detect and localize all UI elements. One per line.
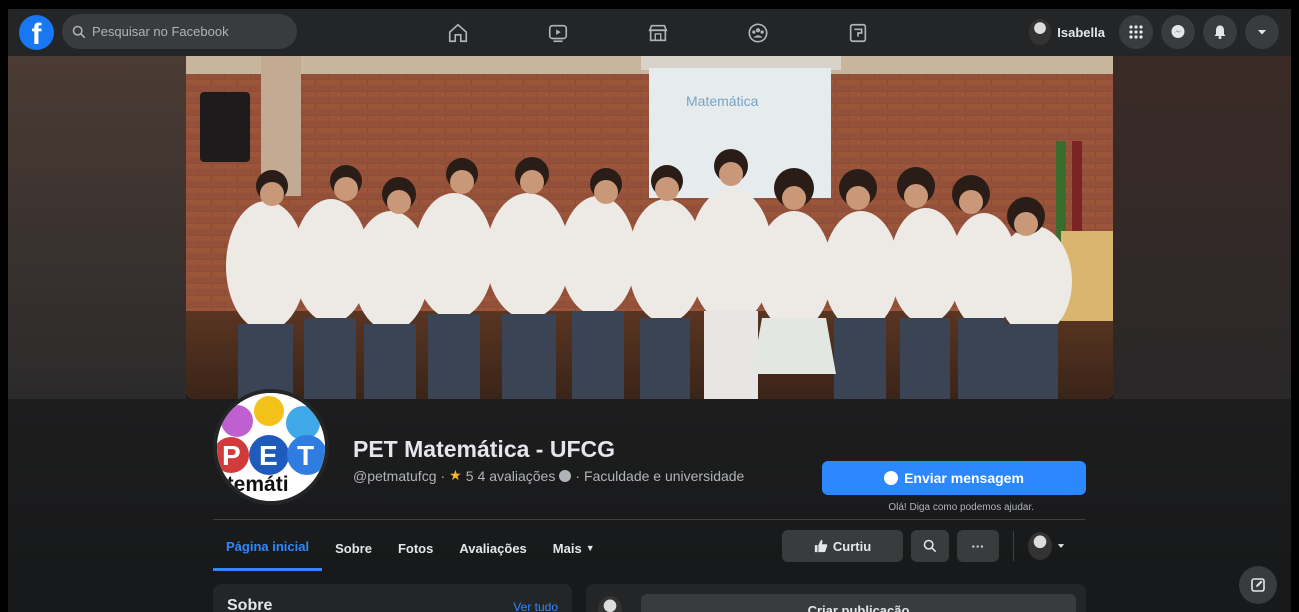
new-message-button[interactable]	[1239, 566, 1277, 604]
page-handle[interactable]: @petmatufcg	[353, 468, 436, 484]
groups-icon	[748, 22, 768, 43]
thumbs-up-icon	[814, 539, 828, 553]
page-subtitle: @petmatufcg · ★ 5 4 avaliações · Faculda…	[353, 467, 744, 484]
nav-watch[interactable]	[508, 9, 608, 56]
tab-label: Fotos	[397, 540, 434, 556]
watch-icon	[548, 24, 568, 42]
page-category: Faculdade e universidade	[584, 467, 745, 484]
tab-label: Sobre	[335, 540, 372, 556]
projector-text: Matemática	[686, 93, 759, 109]
avatar	[598, 596, 622, 612]
more-options-button[interactable]: ···	[957, 530, 999, 562]
search-input[interactable]: Pesquisar no Facebook	[62, 14, 297, 49]
notifications-icon	[1214, 25, 1226, 39]
page-actions: Curtiu ···	[782, 530, 1066, 562]
separator: ·	[440, 467, 446, 484]
avatar	[1029, 19, 1052, 45]
profile-picture[interactable]: P E T atemáti	[213, 389, 329, 505]
topbar-right: Isabella	[1029, 15, 1279, 49]
notifications-button[interactable]	[1203, 15, 1237, 49]
tab-sobre[interactable]: Sobre	[322, 525, 385, 571]
logo-letter-t: T	[297, 440, 314, 471]
send-message-label: Enviar mensagem	[904, 470, 1024, 486]
divider	[1013, 531, 1014, 561]
profile-chip[interactable]: Isabella	[1029, 19, 1105, 45]
top-navbar: f Pesquisar no Facebook Isabella	[8, 9, 1291, 56]
tab-mais[interactable]: Mais ▼	[540, 525, 608, 571]
about-title: Sobre	[227, 597, 273, 612]
cover-photo-image: Matemática	[186, 56, 1113, 399]
like-button[interactable]: Curtiu	[782, 530, 903, 562]
see-all-link[interactable]: Ver tudo	[513, 600, 558, 612]
info-icon[interactable]	[559, 469, 572, 482]
caret-down-icon: ▼	[585, 543, 595, 553]
page-title: PET Matemática - UFCG	[353, 436, 615, 462]
user-name: Isabella	[1057, 24, 1105, 40]
page-search-button[interactable]	[911, 530, 949, 562]
send-message-button[interactable]: Enviar mensagem	[822, 461, 1086, 495]
tab-label: Mais	[552, 540, 582, 556]
message-helper-text: Olá! Diga como podemos ajudar.	[888, 502, 1034, 513]
about-card: Sobre Ver tudo	[213, 584, 572, 612]
home-icon	[448, 23, 468, 42]
cover-blur-left	[8, 56, 186, 399]
tab-pagina-inicial[interactable]: Página inicial	[213, 525, 323, 571]
logo-letter-p: P	[222, 440, 241, 471]
menu-grid-icon	[1129, 25, 1143, 39]
logo-letter-e: E	[259, 440, 278, 471]
messenger-icon	[884, 471, 899, 485]
gaming-icon	[849, 23, 867, 42]
pet-logo: P E T atemáti	[217, 393, 325, 501]
tab-fotos[interactable]: Fotos	[385, 525, 446, 571]
like-label: Curtiu	[832, 538, 872, 554]
messenger-button[interactable]	[1161, 15, 1195, 49]
cover-photo[interactable]: Matemática	[186, 56, 1113, 399]
nav-marketplace[interactable]	[608, 9, 708, 56]
avatar	[1028, 532, 1052, 560]
separator: ·	[575, 467, 581, 484]
main-nav	[408, 9, 908, 56]
page-tabs: Página inicial Sobre Fotos Avaliações Ma…	[213, 525, 608, 571]
nav-gaming[interactable]	[808, 9, 908, 56]
create-post-button[interactable]: Criar publicação	[641, 594, 1076, 612]
nav-home[interactable]	[408, 9, 508, 56]
tab-avaliacoes[interactable]: Avaliações	[446, 525, 539, 571]
more-label: ···	[971, 538, 985, 554]
tab-label: Página inicial	[226, 539, 310, 554]
menu-button[interactable]	[1119, 15, 1153, 49]
create-post-card: Criar publicação	[586, 584, 1086, 612]
divider	[213, 519, 1085, 520]
nav-groups[interactable]	[708, 9, 808, 56]
compose-icon	[1251, 578, 1265, 592]
chevron-down-icon	[1057, 544, 1065, 548]
facebook-logo[interactable]: f	[19, 15, 54, 50]
marketplace-icon	[648, 24, 668, 41]
search-placeholder: Pesquisar no Facebook	[92, 24, 229, 39]
cover-blur-right	[1113, 56, 1291, 399]
messenger-icon	[1171, 25, 1185, 38]
search-icon	[923, 539, 937, 553]
star-icon: ★	[449, 467, 462, 483]
rating-value: 5	[465, 467, 474, 484]
tab-label: Avaliações	[459, 540, 527, 556]
account-dropdown-icon	[1258, 30, 1266, 35]
reviews-count[interactable]: 4 avaliações	[478, 468, 556, 484]
search-icon	[72, 25, 86, 38]
account-button[interactable]	[1245, 15, 1279, 49]
voice-selector[interactable]	[1028, 532, 1066, 560]
